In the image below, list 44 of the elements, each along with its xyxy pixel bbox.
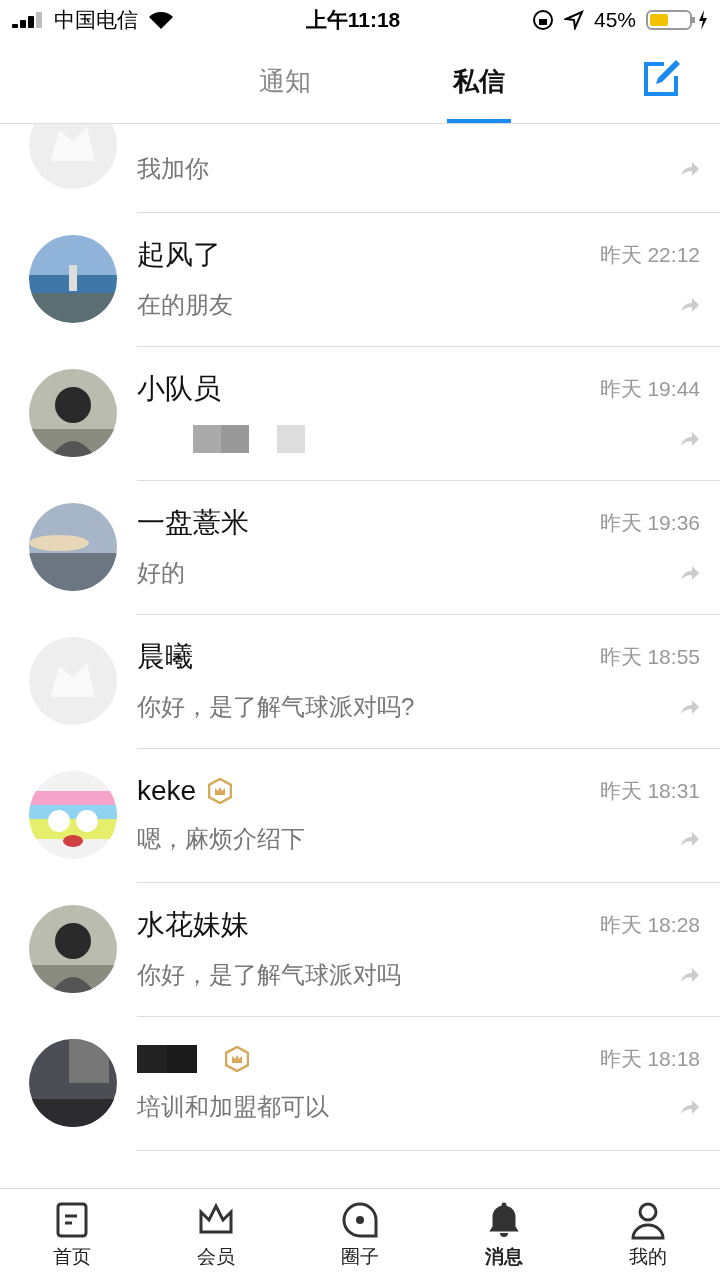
nav-tab[interactable]: 会员	[144, 1189, 288, 1281]
chat-bubble-icon	[340, 1200, 380, 1240]
forward-icon[interactable]	[680, 296, 700, 313]
contact-name: keke	[137, 774, 197, 807]
message-preview: 你好，是了解气球派对吗	[137, 959, 401, 990]
message-preview: 嗯，麻烦介绍下	[137, 823, 305, 854]
message-time: 昨天 18:18	[599, 1045, 700, 1072]
battery-charging-icon	[646, 9, 708, 31]
message-time: 昨天 18:31	[599, 777, 700, 804]
contact-name: 晨曦	[137, 639, 193, 674]
message-time: 昨天 19:36	[599, 509, 700, 536]
signal-icon	[12, 12, 44, 28]
message-preview: 在的朋友	[137, 289, 233, 320]
forward-icon[interactable]	[680, 430, 700, 447]
rotation-lock-icon	[531, 9, 554, 31]
forward-icon[interactable]	[680, 698, 700, 715]
nav-tab[interactable]: 首页	[0, 1189, 144, 1281]
forward-icon[interactable]	[680, 966, 700, 983]
message-time: 昨天 18:55	[599, 643, 700, 670]
contact-name: 一盘薏米	[137, 505, 249, 540]
location-arrow-icon	[563, 10, 584, 30]
nav-tab[interactable]: 我的	[576, 1189, 720, 1281]
message-time: 昨天 22:12	[599, 241, 700, 268]
clock-time: 上午11:18	[305, 7, 401, 33]
forward-icon[interactable]	[680, 160, 700, 177]
tab[interactable]: 私信	[447, 64, 511, 123]
forward-icon[interactable]	[680, 1098, 700, 1115]
message-time: 昨天 19:44	[599, 375, 700, 402]
forward-icon[interactable]	[680, 830, 700, 847]
message-preview: 好的	[137, 557, 185, 588]
message-preview: 我加你	[137, 153, 209, 184]
contact-name: 小队员	[137, 371, 221, 406]
battery-percent: 45%	[593, 8, 636, 32]
message-preview: 你好，是了解气球派对吗?	[137, 691, 415, 722]
wifi-icon	[148, 10, 174, 30]
carrier-name: 中国电信	[54, 7, 138, 33]
forward-icon[interactable]	[680, 564, 700, 581]
contact-name: 起风了	[137, 237, 221, 272]
contact-name: 水花妹妹	[137, 907, 249, 942]
message-time: 昨天 18:28	[599, 911, 700, 938]
nav-tab[interactable]: 消息	[432, 1189, 576, 1281]
nav-tab[interactable]: 圈子	[288, 1189, 432, 1281]
message-preview: 培训和加盟都可以	[137, 1091, 329, 1122]
tab[interactable]: 通知	[253, 64, 317, 123]
